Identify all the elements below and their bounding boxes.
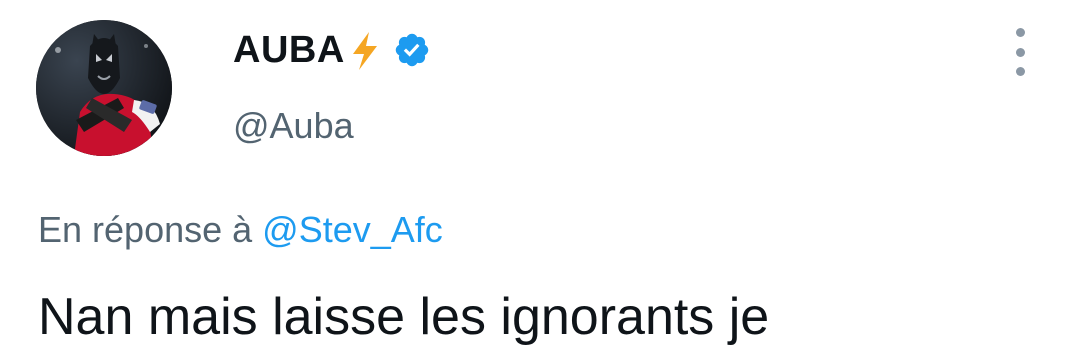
- reply-to-mention[interactable]: @Stev_Afc: [262, 209, 443, 250]
- tweet-text: Nan mais laisse les ignorants je: [38, 288, 770, 346]
- more-options-icon: [1015, 28, 1025, 37]
- more-options-button[interactable]: [1004, 28, 1036, 76]
- avatar[interactable]: [36, 20, 172, 156]
- reply-prefix: En réponse à: [38, 209, 253, 250]
- more-options-icon-dot: [1015, 47, 1025, 57]
- user-handle[interactable]: @Auba: [233, 104, 354, 148]
- more-options-icon-dot: [1015, 67, 1025, 76]
- avatar-image: [36, 20, 172, 156]
- verified-badge-icon: [393, 31, 431, 69]
- author-name-row[interactable]: AUBA: [233, 28, 431, 72]
- display-name[interactable]: AUBA: [233, 28, 345, 72]
- lightning-bolt-icon: [347, 28, 383, 72]
- tweet-card: AUBA @Auba En réponse à @Stev_Afc Nan ma…: [0, 0, 1080, 360]
- reply-context: En réponse à @Stev_Afc: [38, 206, 443, 254]
